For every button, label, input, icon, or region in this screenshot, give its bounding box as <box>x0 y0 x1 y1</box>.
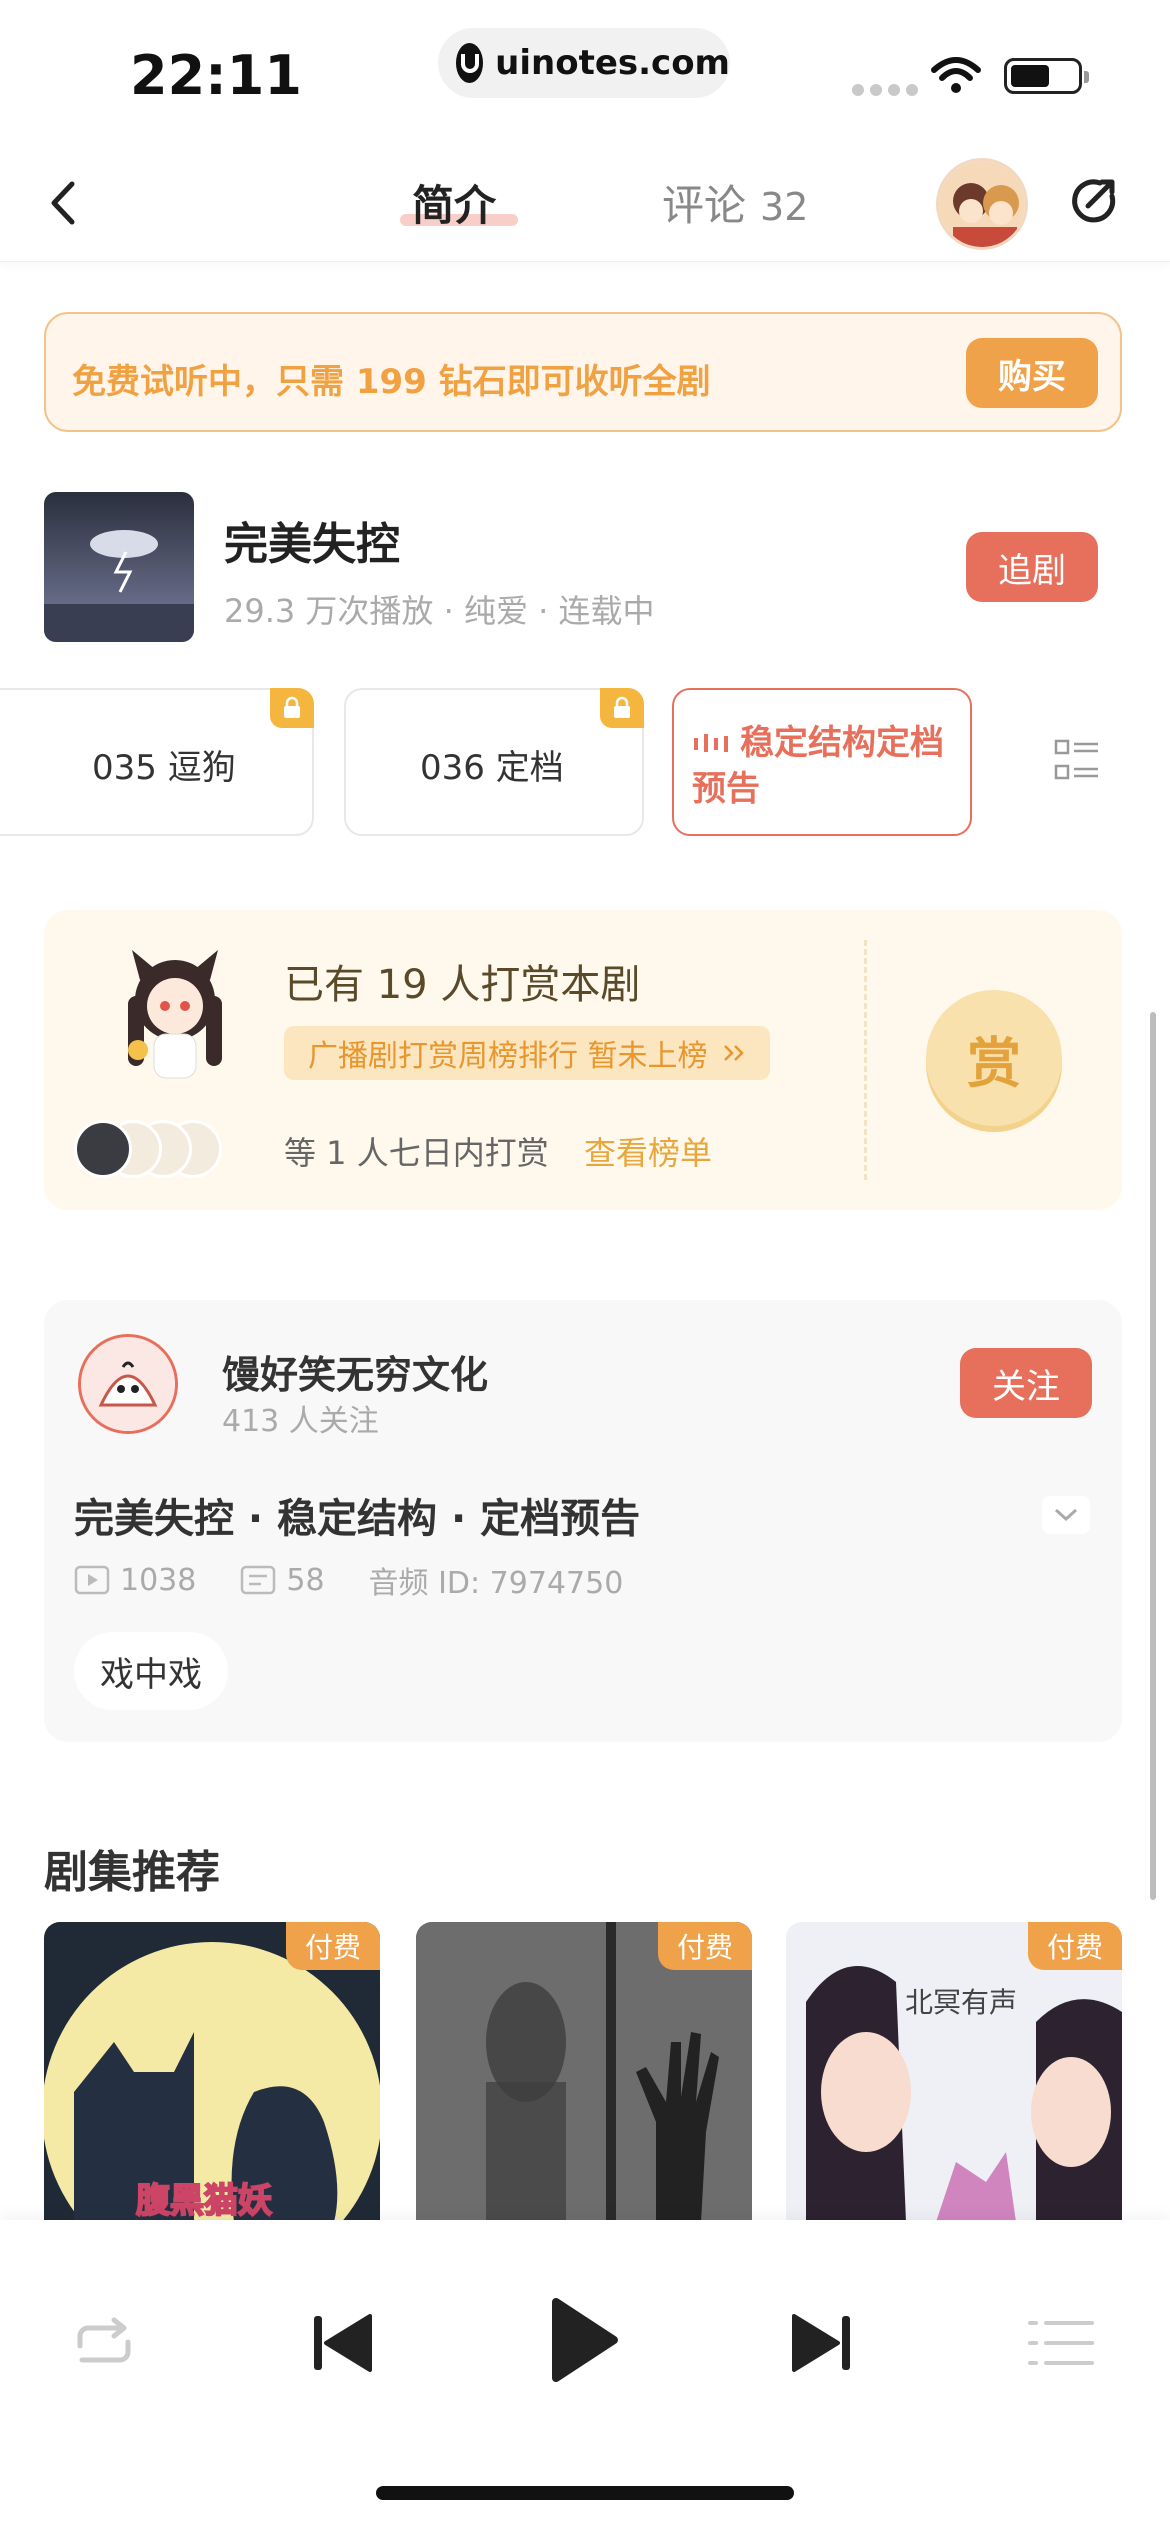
episode-card-playing[interactable]: 稳定结构定档预告 <box>672 688 972 836</box>
danmaku-count: 58 <box>286 1562 325 1598</box>
lock-icon <box>600 688 644 728</box>
recommend-cover-text: 腹黑猫妖 <box>136 2181 272 2221</box>
weekly-rank-link[interactable]: 广播剧打赏周榜排行 暂未上榜 <box>284 1026 770 1080</box>
back-arrow-icon[interactable] <box>44 178 84 228</box>
tab-intro[interactable]: 简介 <box>412 172 496 233</box>
author-name: 馒好笑无穷文化 <box>222 1353 489 1397</box>
playlist-icon[interactable] <box>1026 2318 1096 2368</box>
home-indicator <box>376 2486 794 2500</box>
episode-detail-panel: 馒好笑无穷文化 413 人关注 关注 完美失控 · 稳定结构 · 定档预告 10… <box>44 1300 1122 1742</box>
reward-button[interactable]: 赏 <box>926 990 1062 1126</box>
weekly-rank-text: 广播剧打赏周榜排行 暂未上榜 <box>308 1039 708 1074</box>
avatar <box>74 1120 132 1178</box>
episode-card[interactable]: 036 定档 <box>344 688 644 836</box>
paid-badge: 付费 <box>286 1922 380 1970</box>
chevron-down-icon <box>1054 1508 1078 1522</box>
episode-label: 035 逗狗 <box>92 748 236 788</box>
double-chevron-right-icon <box>723 1045 744 1061</box>
tab-comments[interactable]: 评论 32 <box>662 172 808 233</box>
recommend-card[interactable]: 腹黑猫妖 付费 <box>44 1922 380 2222</box>
status-bar: 22:11 uinotes.com <box>0 0 1170 140</box>
share-icon[interactable] <box>1068 174 1122 228</box>
divider <box>864 940 867 1180</box>
url-pill[interactable]: uinotes.com <box>438 28 730 98</box>
audio-id: 音频 ID: 7974750 <box>368 1566 624 1601</box>
paid-badge: 付费 <box>1028 1922 1122 1970</box>
episode-title: 完美失控 · 稳定结构 · 定档预告 <box>74 1496 641 1542</box>
follow-author-button[interactable]: 关注 <box>960 1348 1092 1418</box>
play-count: 1038 <box>120 1562 197 1598</box>
episode-card[interactable]: 035 逗狗 <box>0 688 314 836</box>
top-nav-bar: 简介 评论 32 <box>0 140 1170 262</box>
recommend-card[interactable]: 付费 <box>416 1922 752 2222</box>
promo-text: 免费试听中，只需 199 钻石即可收听全剧 <box>72 362 711 402</box>
scrollbar[interactable] <box>1150 1012 1156 1900</box>
reward-user-avatars <box>74 1120 254 1180</box>
previous-icon[interactable] <box>310 2310 374 2376</box>
expand-button[interactable] <box>1042 1496 1090 1534</box>
recommend-section-title: 剧集推荐 <box>44 1847 220 1898</box>
episode-label: 036 定档 <box>420 748 564 788</box>
wifi-icon <box>931 57 981 93</box>
tag-chip[interactable]: 戏中戏 <box>74 1632 228 1710</box>
view-ranking-link[interactable]: 查看榜单 <box>584 1128 712 1174</box>
battery-icon <box>1004 58 1089 94</box>
mascot-illustration <box>128 950 222 1079</box>
danmaku-icon <box>241 1565 276 1595</box>
signal-icon <box>852 84 918 96</box>
play-count-icon <box>74 1565 110 1595</box>
cover-avatar[interactable] <box>936 158 1028 250</box>
author-avatar[interactable] <box>78 1334 178 1434</box>
episode-list-icon[interactable] <box>1054 738 1100 784</box>
author-followers: 413 人关注 <box>222 1404 379 1439</box>
lock-icon <box>270 688 314 728</box>
drama-meta: 29.3 万次播放 · 纯爱 · 连载中 <box>224 592 655 630</box>
recommend-card[interactable]: 北冥有声 付费 <box>786 1922 1122 2222</box>
status-time: 22:11 <box>130 44 302 107</box>
site-logo-icon <box>456 43 484 83</box>
url-text: uinotes.com <box>495 43 730 83</box>
follow-drama-button[interactable]: 追剧 <box>966 532 1098 602</box>
paid-badge: 付费 <box>658 1922 752 1970</box>
weekly-reward-count: 等 1 人七日内打赏 <box>284 1134 549 1172</box>
comment-count: 32 <box>760 185 809 229</box>
reward-title: 已有 19 人打赏本剧 <box>284 962 641 1008</box>
playing-bars-icon <box>694 734 728 752</box>
recommend-cover-text: 北冥有声 <box>905 1986 1017 2019</box>
next-icon[interactable] <box>790 2310 854 2376</box>
drama-cover[interactable] <box>44 492 194 642</box>
trial-promo-banner: 免费试听中，只需 199 钻石即可收听全剧 购买 <box>44 312 1122 432</box>
reward-panel: 已有 19 人打赏本剧 广播剧打赏周榜排行 暂未上榜 等 1 人七日内打赏 查看… <box>44 910 1122 1210</box>
tab-comments-label: 评论 <box>662 181 747 230</box>
buy-button[interactable]: 购买 <box>966 338 1098 408</box>
repeat-icon[interactable] <box>72 2316 136 2372</box>
episode-stats: 1038 58 音频 ID: 7974750 <box>74 1558 623 1602</box>
play-icon[interactable] <box>548 2294 620 2386</box>
drama-title: 完美失控 <box>224 519 400 570</box>
